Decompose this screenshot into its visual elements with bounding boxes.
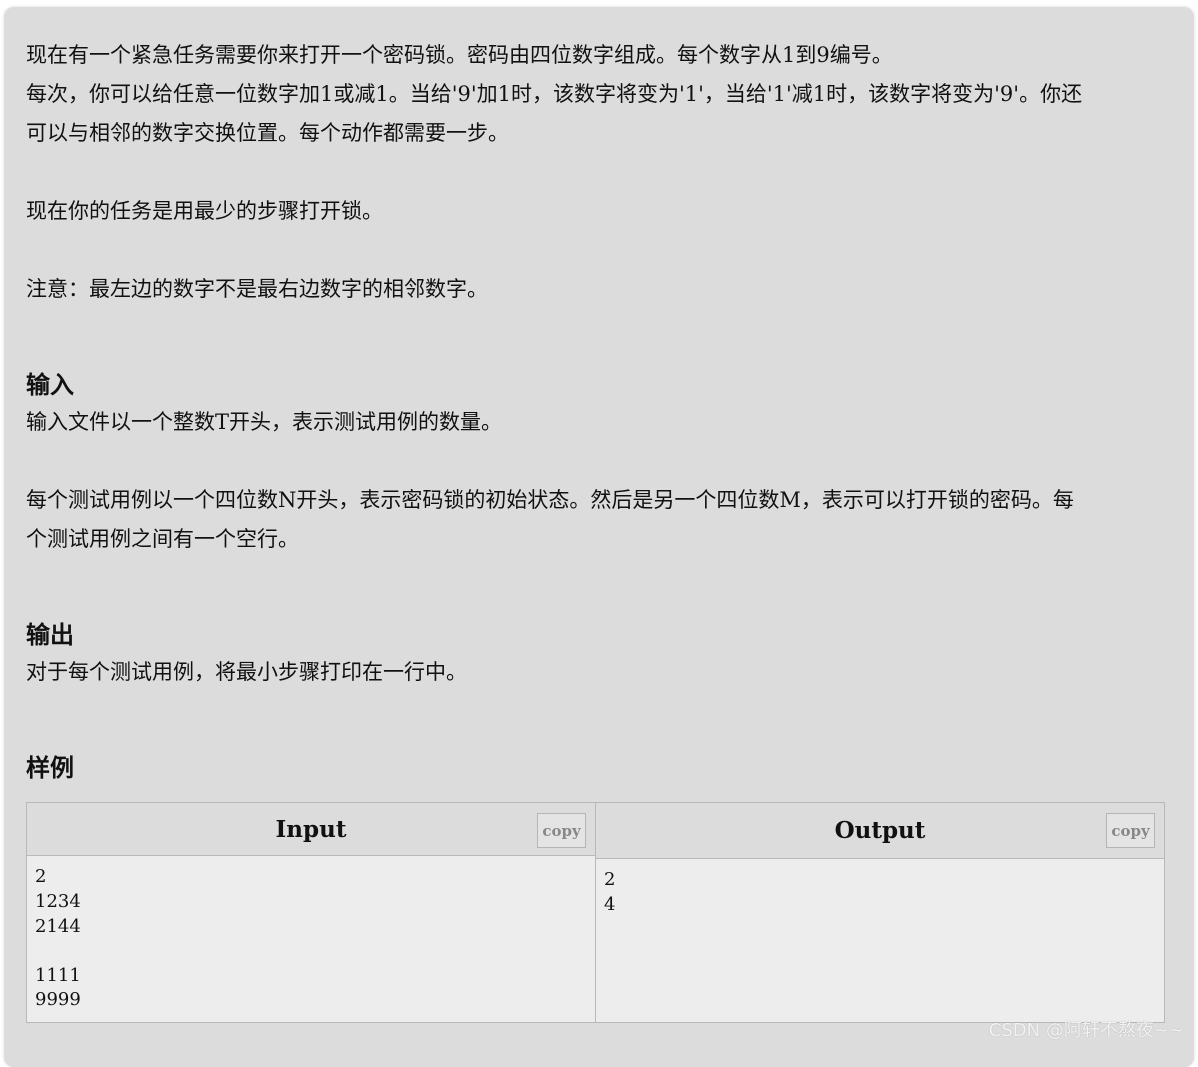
csdn-watermark: CSDN @阿轩不熬夜~~ — [989, 1016, 1184, 1042]
description-line-1: 现在有一个紧急任务需要你来打开一个密码锁。密码由四位数字组成。每个数字从1到9编… — [26, 36, 1166, 75]
sample-output-body: 2 4 — [596, 859, 1164, 1022]
sample-heading: 样例 — [26, 750, 1166, 786]
spacer — [26, 309, 1166, 367]
sample-output-line: 4 — [604, 893, 1156, 918]
spacer — [26, 442, 1166, 481]
sample-input-column: Input copy 2 1234 2144 1111 9999 — [27, 803, 595, 1022]
description-line-3: 可以与相邻的数字交换位置。每个动作都需要一步。 — [26, 114, 1166, 153]
spacer — [26, 692, 1166, 750]
copy-output-button[interactable]: copy — [1106, 813, 1155, 848]
spacer — [26, 559, 1166, 617]
spacer — [26, 153, 1166, 192]
sample-input-line: 1111 — [35, 964, 587, 989]
sample-input-header: Input copy — [27, 803, 595, 856]
sample-input-line: 9999 — [35, 988, 587, 1013]
sample-input-line: 1234 — [35, 890, 587, 915]
sample-input-body: 2 1234 2144 1111 9999 — [27, 856, 595, 1022]
sample-input-title: Input — [276, 816, 347, 843]
copy-input-button[interactable]: copy — [537, 813, 586, 848]
sample-output-title: Output — [835, 817, 926, 844]
output-heading: 输出 — [26, 617, 1166, 653]
sample-input-line — [35, 939, 587, 964]
note-text: 注意：最左边的数字不是最右边数字的相邻数字。 — [26, 270, 1166, 309]
sample-output-line: 2 — [604, 868, 1156, 893]
sample-table: Input copy 2 1234 2144 1111 9999 Output … — [26, 802, 1165, 1023]
input-desc-2-line-2: 个测试用例之间有一个空行。 — [26, 520, 1166, 559]
description-line-2: 每次，你可以给任意一位数字加1或减1。当给'9'加1时，该数字将变为'1'，当给… — [26, 75, 1166, 114]
task-text: 现在你的任务是用最少的步骤打开锁。 — [26, 192, 1166, 231]
spacer — [26, 231, 1166, 270]
output-desc: 对于每个测试用例，将最小步骤打印在一行中。 — [26, 653, 1166, 692]
input-desc-2-line-1: 每个测试用例以一个四位数N开头，表示密码锁的初始状态。然后是另一个四位数M，表示… — [26, 481, 1166, 520]
sample-input-line: 2 — [35, 865, 587, 890]
input-desc-1: 输入文件以一个整数T开头，表示测试用例的数量。 — [26, 403, 1166, 442]
sample-output-header: Output copy — [596, 803, 1164, 859]
sample-input-line: 2144 — [35, 915, 587, 940]
sample-output-column: Output copy 2 4 — [595, 803, 1164, 1022]
input-heading: 输入 — [26, 367, 1166, 403]
problem-content: 现在有一个紧急任务需要你来打开一个密码锁。密码由四位数字组成。每个数字从1到9编… — [26, 36, 1166, 786]
